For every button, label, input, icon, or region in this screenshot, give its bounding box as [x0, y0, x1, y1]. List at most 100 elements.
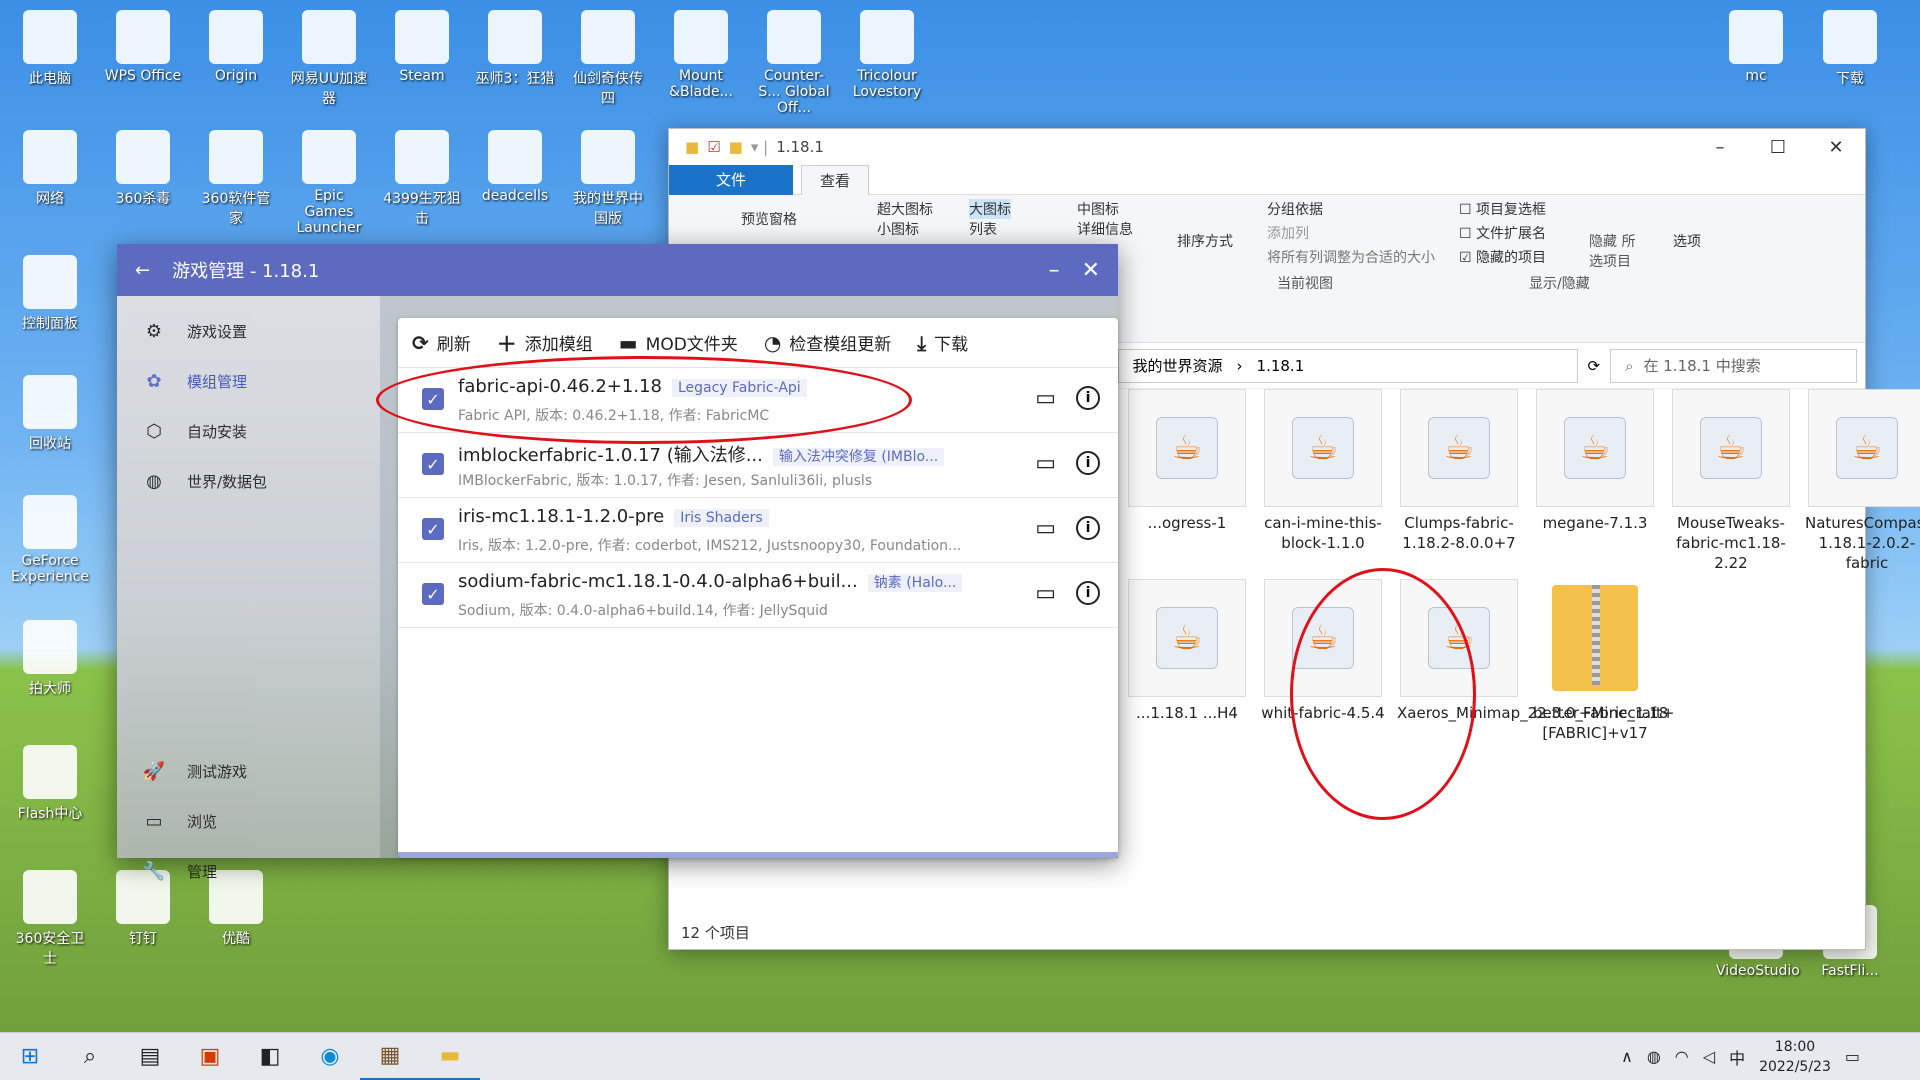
desktop-icon[interactable]: GeForce Experience	[10, 495, 90, 585]
sidebar-item[interactable]: ✿ 模组管理	[143, 370, 247, 392]
medium-icons[interactable]: 中图标	[1077, 199, 1119, 219]
desktop-icon[interactable]: 4399生死狙击	[382, 130, 462, 228]
edge-icon[interactable]: ◉	[300, 1033, 360, 1080]
desktop-icon[interactable]: 控制面板	[10, 255, 90, 333]
list-view[interactable]: 列表	[969, 219, 997, 239]
small-icons[interactable]: 小图标	[877, 219, 919, 239]
mod-enabled-checkbox[interactable]: ✓	[422, 583, 444, 605]
refresh-button[interactable]: ⟳ 刷新	[412, 330, 471, 356]
details-view[interactable]: 详细信息	[1077, 219, 1133, 239]
breadcrumb-item[interactable]: 1.18.1	[1257, 357, 1305, 375]
mod-row[interactable]: ✓ iris-mc1.18.1-1.2.0-pre Iris Shaders Iris…	[398, 498, 1118, 563]
minecraft-launcher-icon[interactable]: ▦	[360, 1033, 420, 1080]
desktop-icon[interactable]: Flash中心	[10, 745, 90, 823]
desktop-icon[interactable]: 360杀毒	[103, 130, 183, 208]
folder-icon[interactable]: ▭	[1035, 516, 1056, 541]
file-item[interactable]: ☕ Clumps-fabric-1.18.2-8.0.0+7	[1397, 389, 1521, 553]
item-checkbox-toggle[interactable]: ☐ 项目复选框	[1459, 199, 1546, 219]
options-button[interactable]: 选项	[1673, 231, 1701, 251]
desktop-icon[interactable]: Epic Games Launcher	[289, 130, 369, 236]
office-icon[interactable]: ▣	[180, 1033, 240, 1080]
file-extension-toggle[interactable]: ☐ 文件扩展名	[1459, 223, 1546, 243]
refresh-icon[interactable]: ⟳	[1588, 357, 1601, 375]
sidebar-item[interactable]: ⚙ 游戏设置	[143, 320, 247, 342]
mod-enabled-checkbox[interactable]: ✓	[422, 518, 444, 540]
close-button[interactable]: ✕	[1082, 258, 1100, 283]
hidden-items-toggle[interactable]: ☑ 隐藏的项目	[1459, 247, 1546, 267]
start-icon[interactable]: ⊞	[0, 1033, 60, 1080]
breadcrumb[interactable]: 我的世界资源 › 1.18.1	[1117, 348, 1578, 383]
search-icon[interactable]: ⌕	[60, 1033, 120, 1080]
sort-by-button[interactable]: 排序方式	[1177, 231, 1233, 251]
search-box[interactable]: ⌕ 在 1.18.1 中搜索	[1610, 348, 1857, 383]
ime-indicator[interactable]: 中	[1729, 1045, 1745, 1069]
desktop-icon[interactable]: 我的世界中国版	[568, 130, 648, 228]
mod-enabled-checkbox[interactable]: ✓	[422, 453, 444, 475]
file-item[interactable]: ☕ ...1.18.1 ...H4	[1125, 579, 1249, 723]
extra-large-icons[interactable]: 超大图标	[877, 199, 933, 219]
desktop-icon[interactable]: 网络	[10, 130, 90, 208]
desktop-icon[interactable]: Tricolour Lovestory	[847, 10, 927, 100]
desktop-icon[interactable]: Counter-S... Global Off...	[754, 10, 834, 116]
file-item[interactable]: ☕ ...ogress-1	[1125, 389, 1249, 533]
steam-tray-icon[interactable]: ◍	[1647, 1047, 1661, 1066]
sidebar-item[interactable]: ▭ 浏览	[143, 810, 217, 832]
large-icons[interactable]: 大图标	[969, 199, 1011, 219]
file-explorer-icon[interactable]: ▬	[420, 1033, 480, 1080]
desktop-icon[interactable]: 360软件管家	[196, 130, 276, 228]
mod-folder-button[interactable]: ▬ MOD文件夹	[619, 330, 738, 356]
tab-view[interactable]: 查看	[801, 164, 870, 195]
desktop-icon[interactable]: 下载	[1810, 10, 1890, 88]
minimize-button[interactable]: –	[1691, 129, 1749, 165]
file-item[interactable]: better+Minecraft+[FABRIC]+v17	[1533, 579, 1674, 743]
check-updates-button[interactable]: ◔ 检查模组更新	[764, 330, 891, 356]
desktop-icon[interactable]: deadcells	[475, 130, 555, 204]
mod-row[interactable]: ✓ sodium-fabric-mc1.18.1-0.4.0-alpha6+bui…	[398, 563, 1118, 628]
folder-icon[interactable]: ▭	[1035, 451, 1056, 476]
notification-icon[interactable]: ▭	[1845, 1047, 1860, 1066]
download-button[interactable]: ⤓ 下载	[917, 330, 968, 356]
sidebar-item[interactable]: ⬡ 自动安装	[143, 420, 247, 442]
preview-pane-button[interactable]: 预览窗格	[741, 209, 797, 229]
task-view-icon[interactable]: ▤	[120, 1033, 180, 1080]
desktop-icon[interactable]: 巫师3：狂猎	[475, 10, 555, 88]
desktop-icon[interactable]: Origin	[196, 10, 276, 84]
group-by-button[interactable]: 分组依据	[1267, 199, 1323, 219]
info-icon[interactable]: i	[1076, 581, 1100, 605]
info-icon[interactable]: i	[1076, 386, 1100, 410]
sidebar-item[interactable]: 🔧 管理	[143, 860, 217, 882]
minimize-button[interactable]: –	[1049, 258, 1060, 283]
add-mod-button[interactable]: ＋添加模组	[497, 328, 593, 357]
tab-file[interactable]: 文件	[669, 164, 793, 195]
add-column-button[interactable]: 添加列	[1267, 223, 1309, 243]
properties-icon[interactable]: ☑	[707, 138, 720, 156]
sidebar-item[interactable]: 🚀 测试游戏	[143, 760, 247, 782]
desktop-icon[interactable]: WPS Office	[103, 10, 183, 84]
sticky-notes-icon[interactable]: ◧	[240, 1033, 300, 1080]
back-arrow-icon[interactable]: ←	[135, 260, 150, 281]
hide-selected-button[interactable]: 隐藏 所选项目	[1589, 231, 1643, 271]
file-item[interactable]: ☕ can-i-mine-this-block-1.1.0	[1261, 389, 1385, 553]
maximize-button[interactable]: ☐	[1749, 129, 1807, 165]
desktop-icon[interactable]: Steam	[382, 10, 462, 84]
info-icon[interactable]: i	[1076, 516, 1100, 540]
volume-icon[interactable]: ◁	[1703, 1047, 1715, 1066]
info-icon[interactable]: i	[1076, 451, 1100, 475]
desktop-icon[interactable]: 此电脑	[10, 10, 90, 88]
chevron-up-icon[interactable]: ∧	[1621, 1047, 1633, 1066]
desktop-icon[interactable]: 拍大师	[10, 620, 90, 698]
fit-columns-button[interactable]: 将所有列调整为合适的大小	[1267, 247, 1435, 267]
folder-icon[interactable]: ▭	[1035, 581, 1056, 606]
desktop-icon[interactable]: Mount &Blade...	[661, 10, 741, 100]
desktop-icon[interactable]: 360安全卫士	[10, 870, 90, 968]
mod-row[interactable]: ✓ imblockerfabric-1.0.17 (输入法修... 输入法冲突修复 …	[398, 433, 1118, 498]
desktop-icon[interactable]: 仙剑奇侠传四	[568, 10, 648, 108]
new-folder-icon[interactable]: ■	[729, 138, 743, 156]
file-item[interactable]: ☕ NaturesCompass-1.18.1-2.0.2-fabric	[1805, 389, 1920, 573]
sidebar-item[interactable]: ◍ 世界/数据包	[143, 470, 267, 492]
desktop-icon[interactable]: 网易UU加速器	[289, 10, 369, 108]
file-item[interactable]: ☕ MouseTweaks-fabric-mc1.18-2.22	[1669, 389, 1793, 573]
folder-icon[interactable]: ▭	[1035, 386, 1056, 411]
desktop-icon[interactable]: mc	[1716, 10, 1796, 84]
clock[interactable]: 18:00 2022/5/23	[1759, 1037, 1831, 1077]
